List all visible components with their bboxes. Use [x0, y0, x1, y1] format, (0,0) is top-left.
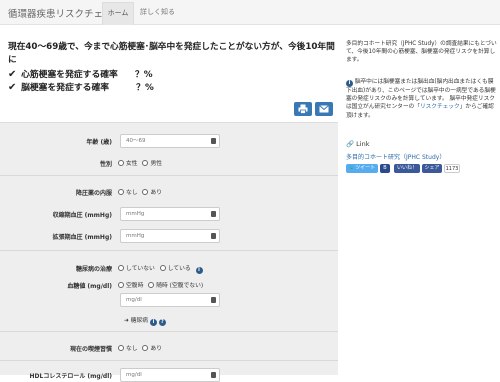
nav-home-tab[interactable]: ホーム [102, 2, 134, 25]
sbp-placeholder: mmHg [126, 211, 145, 217]
dm-treatment-radio-yes[interactable] [159, 265, 166, 271]
risk-stroke-label: 脳梗塞を発症する確率 [21, 83, 110, 93]
print-button[interactable] [294, 102, 312, 116]
tweet-button[interactable]: 🐦ツイート [346, 164, 378, 173]
print-icon [298, 104, 308, 114]
bp-med-radio-no[interactable] [118, 189, 124, 195]
dm-treatment-label: 糖尿病の治療 [75, 266, 112, 273]
updown-icon [211, 138, 216, 144]
sbp-input[interactable]: mmHg [120, 207, 220, 221]
info-icon[interactable]: i [149, 319, 157, 326]
bp-med-radio-group: なし あり [118, 187, 165, 196]
hdl-placeholder: mg/dl [126, 372, 142, 378]
risk-stroke-value: ？% [136, 83, 154, 93]
glucose-input[interactable]: mg/dl [120, 293, 220, 307]
dbp-label: 拡張期血圧 (mmHg) [52, 234, 112, 241]
dm-treatment-radio-no[interactable] [118, 265, 124, 271]
glucose-radio-group: 空腹時 随時 (空腹でない) [118, 280, 206, 289]
divider [0, 250, 338, 251]
risk-mi-label: 心筋梗塞を発症する確率 [21, 70, 118, 80]
updown-icon [211, 297, 216, 303]
dbp-placeholder: mmHg [126, 233, 145, 239]
updown-icon [211, 211, 216, 217]
info-icon: i [346, 80, 353, 87]
divider [0, 331, 338, 332]
nav-detail-tab[interactable]: 詳しく知る [140, 2, 175, 25]
age-label: 年齢 (歳) [86, 139, 112, 146]
age-select-value: 40～69 [126, 138, 146, 144]
risk-question-heading: 現在40～69歳で、今まで心筋梗塞･脳卒中を発症したことがない方が、今後10年間… [8, 42, 335, 65]
dm-note-link[interactable]: ➜ 糖尿病 i ? [124, 315, 166, 326]
smoking-radio-group: なし あり [118, 343, 165, 352]
glucose-label: 血糖値 (mg/dl) [67, 283, 112, 290]
sex-radio-group: 女性 男性 [118, 158, 165, 167]
hatena-icon: B [383, 165, 387, 171]
smoking-radio-yes[interactable] [142, 345, 149, 351]
bp-med-label: 降圧薬の内服 [75, 190, 112, 197]
dbp-input[interactable]: mmHg [120, 229, 220, 243]
sex-label: 性別 [99, 161, 112, 168]
risk-mi-value: ？% [134, 70, 153, 80]
link-icon: 🔗 [346, 140, 355, 148]
mail-button[interactable] [315, 102, 333, 116]
help-icon[interactable]: ? [158, 319, 166, 326]
smoking-radio-no[interactable] [118, 345, 124, 351]
facebook-share-button[interactable]: シェア [422, 164, 442, 173]
risk-form: 年齢 (歳) 40～69 性別 女性 男性 降圧薬の内服 なし あり 収縮期血圧… [0, 122, 338, 382]
divider [0, 175, 338, 176]
dm-note-text: 糖尿病 [130, 318, 149, 324]
hdl-input[interactable]: mg/dl [120, 368, 220, 382]
risk-mi-line: ✔ 心筋梗塞を発症する確率 ？% [8, 67, 153, 80]
info-icon[interactable]: i [195, 267, 203, 274]
main-panel: 現在40～69歳で、今まで心筋梗塞･脳卒中を発症したことがない方が、今後10年間… [0, 30, 338, 382]
top-navbar: 循環器疾患リスクチェック ホーム 詳しく知る [0, 0, 500, 25]
age-select[interactable]: 40～69 [120, 134, 220, 148]
sex-radio-male[interactable] [142, 160, 149, 166]
sidebar: 多目的コホート研究（JPHC Study）の調査結果にもとづいて、今後10年間の… [338, 30, 500, 375]
share-count: 1173 [444, 164, 460, 173]
glucose-radio-fasting[interactable] [118, 282, 124, 288]
mail-icon [319, 105, 329, 113]
arrow-right-icon: ➜ [124, 318, 129, 324]
smoking-label: 現在の喫煙習慣 [69, 346, 112, 353]
check-icon: ✔ [8, 69, 17, 80]
hdl-label: HDLコレステロール (mg/dl) [29, 373, 113, 380]
sbp-label: 収縮期血圧 (mmHg) [52, 212, 112, 219]
glucose-radio-random[interactable] [148, 282, 155, 288]
risk-stroke-line: ✔ 脳梗塞を発症する確率 ？% [8, 80, 154, 93]
check-icon: ✔ [8, 82, 17, 93]
glucose-placeholder: mg/dl [126, 297, 142, 303]
dm-treatment-radio-group: していない している i [118, 263, 203, 274]
sidebar-note: i 脳卒中には脳梗塞または脳出血(脳内出血またはくも膜下出血)があり、このページ… [346, 78, 498, 120]
divider [0, 360, 338, 361]
hatena-bookmark-button[interactable]: B [380, 164, 390, 173]
link-section-header: 🔗 Link [346, 140, 370, 148]
risk-check-link[interactable]: リスクチェック [420, 104, 460, 110]
sex-radio-female[interactable] [118, 160, 124, 166]
updown-icon [211, 233, 216, 239]
sidebar-intro: 多目的コホート研究（JPHC Study）の調査結果にもとづいて、今後10年間の… [346, 41, 497, 64]
updown-icon [211, 372, 216, 378]
facebook-like-button[interactable]: いいね！ [394, 164, 420, 173]
jphc-study-link[interactable]: 多目的コホート研究（JPHC Study） [346, 152, 445, 161]
bp-med-radio-yes[interactable] [142, 189, 149, 195]
